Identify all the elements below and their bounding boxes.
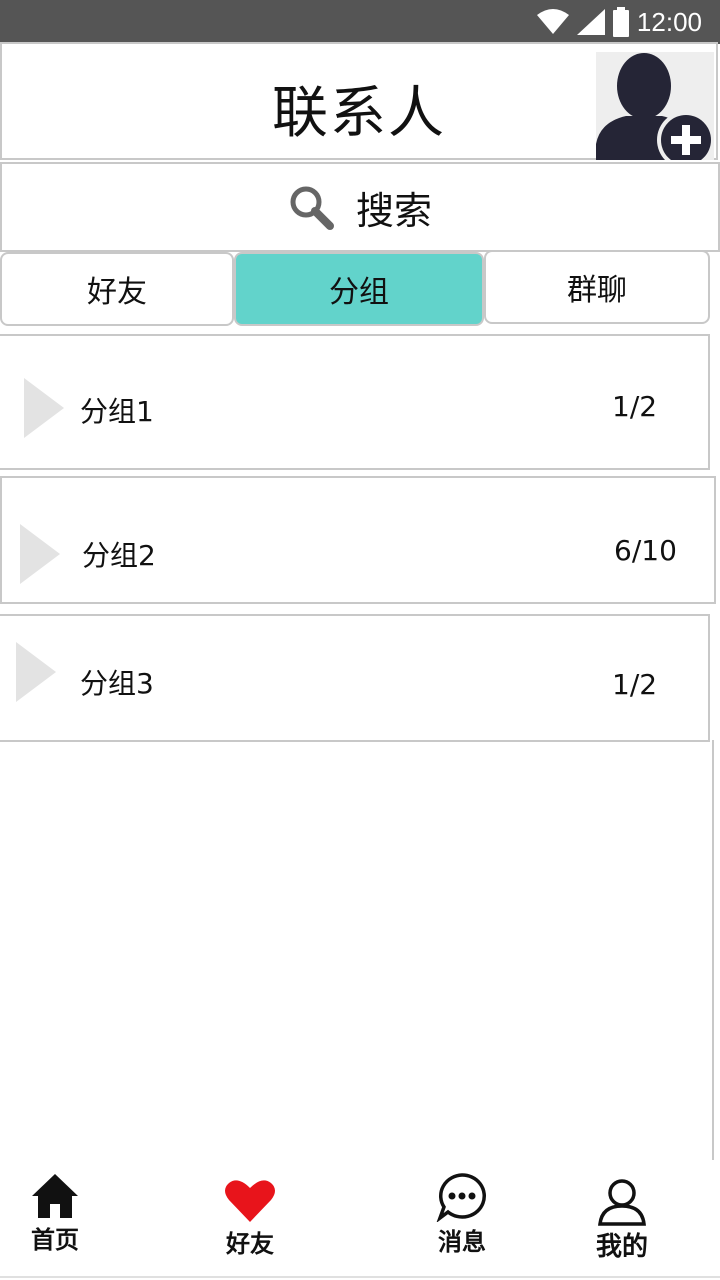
status-bar: 12:00 xyxy=(0,0,720,44)
tab-groups[interactable]: 分组 xyxy=(234,252,484,326)
nav-me[interactable]: 我的 xyxy=(596,1178,648,1263)
expand-arrow-icon xyxy=(16,642,56,702)
nav-home[interactable]: 首页 xyxy=(30,1172,80,1255)
bottom-nav: 首页 好友 消息 我的 xyxy=(0,1166,720,1280)
add-contact-icon xyxy=(596,53,714,160)
message-icon xyxy=(436,1173,486,1222)
wifi-icon xyxy=(536,9,569,34)
tab-label: 好友 xyxy=(87,275,147,310)
nav-friends[interactable]: 好友 xyxy=(224,1178,276,1259)
divider xyxy=(0,1276,720,1278)
group-count: 1/2 xyxy=(612,390,658,423)
header: 联系人 xyxy=(0,42,718,160)
tab-friends[interactable]: 好友 xyxy=(0,252,234,326)
nav-label: 首页 xyxy=(31,1226,79,1254)
nav-label: 消息 xyxy=(438,1228,486,1256)
group-row[interactable]: 分组1 1/2 xyxy=(0,334,710,470)
search-bar[interactable]: 搜索 xyxy=(0,162,720,252)
group-name: 分组2 xyxy=(82,539,156,572)
home-icon xyxy=(32,1174,78,1218)
group-count: 6/10 xyxy=(614,534,677,567)
expand-arrow-icon xyxy=(20,524,60,584)
tab-group-chats[interactable]: 群聊 xyxy=(484,250,710,324)
tab-label: 群聊 xyxy=(567,273,627,308)
nav-label: 我的 xyxy=(596,1232,649,1262)
user-icon xyxy=(598,1179,646,1226)
group-row[interactable]: 分组3 1/2 xyxy=(0,614,710,742)
nav-messages[interactable]: 消息 xyxy=(436,1172,488,1257)
status-time: 12:00 xyxy=(636,6,702,37)
expand-arrow-icon xyxy=(24,378,64,438)
group-count: 1/2 xyxy=(612,668,658,701)
add-contact-button[interactable] xyxy=(596,52,714,160)
battery-icon xyxy=(612,7,629,37)
divider xyxy=(712,740,714,1160)
tab-label: 分组 xyxy=(329,275,389,310)
nav-label: 好友 xyxy=(226,1230,274,1258)
heart-icon xyxy=(225,1180,275,1222)
signal-icon xyxy=(576,9,605,35)
group-row[interactable]: 分组2 6/10 xyxy=(0,476,716,604)
search-label: 搜索 xyxy=(355,188,432,233)
group-name: 分组3 xyxy=(80,667,154,700)
search-icon xyxy=(290,186,334,230)
status-icons: 12:00 xyxy=(536,6,702,38)
group-name: 分组1 xyxy=(80,395,154,428)
